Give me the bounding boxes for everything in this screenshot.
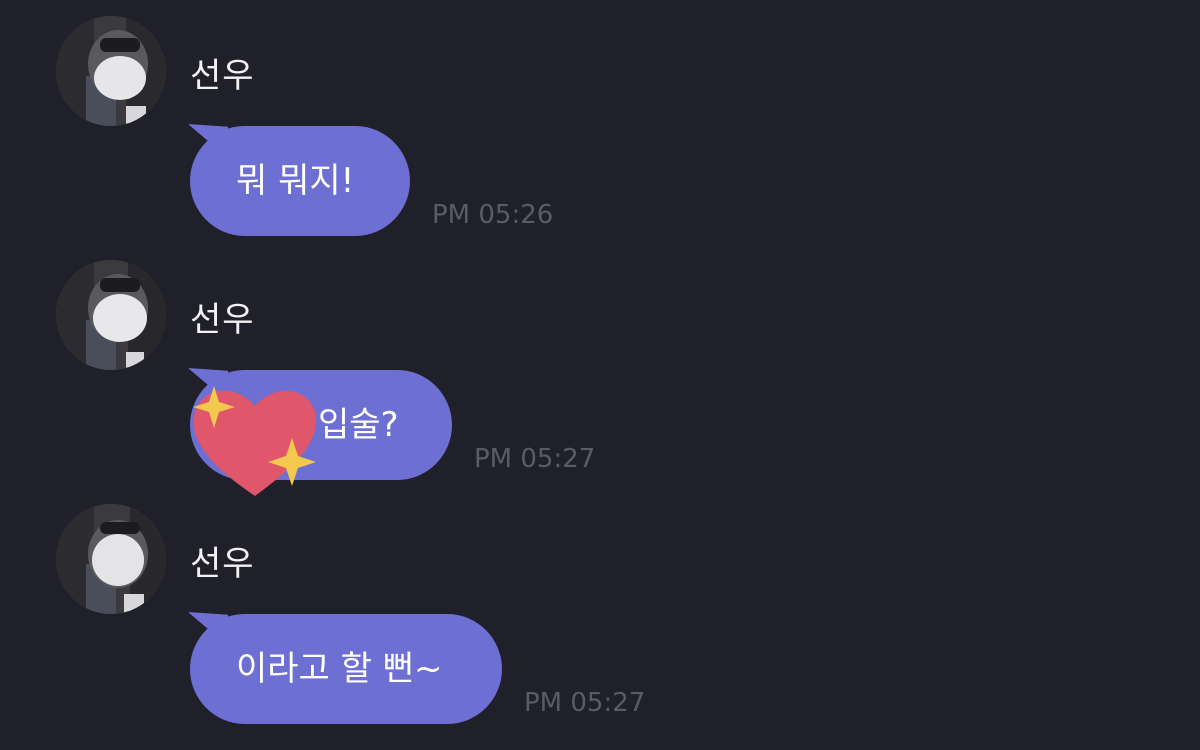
message-group: 선우 뭐 뭐지! PM 05:26: [0, 16, 1200, 260]
message-bubble[interactable]: 이라고 할 뻔~: [188, 612, 502, 724]
chat-thread: 선우 뭐 뭐지! PM 05:26 선우 입술? PM 05:27 선우 이라고…: [0, 0, 1200, 750]
bubble-tail: [188, 124, 228, 158]
sender-name: 선우: [190, 544, 255, 584]
sender-name: 선우: [190, 300, 255, 340]
avatar[interactable]: [56, 504, 166, 614]
sparkling-heart-icon: [193, 386, 317, 496]
sender-name: 선우: [190, 56, 255, 96]
message-text: 이라고 할 뻔~: [236, 649, 443, 689]
avatar[interactable]: [56, 16, 166, 126]
message-text: 뭐 뭐지!: [236, 161, 355, 201]
message-group: 선우 이라고 할 뻔~ PM 05:27: [0, 504, 1200, 748]
message-bubble[interactable]: 뭐 뭐지!: [188, 124, 410, 236]
message-text: 입술?: [318, 405, 399, 445]
bubble-tail: [188, 612, 228, 646]
message-timestamp: PM 05:27: [524, 688, 646, 718]
message-timestamp: PM 05:26: [432, 200, 554, 230]
message-timestamp: PM 05:27: [474, 444, 596, 474]
avatar[interactable]: [56, 260, 166, 370]
message-group: 선우 입술? PM 05:27: [0, 260, 1200, 504]
